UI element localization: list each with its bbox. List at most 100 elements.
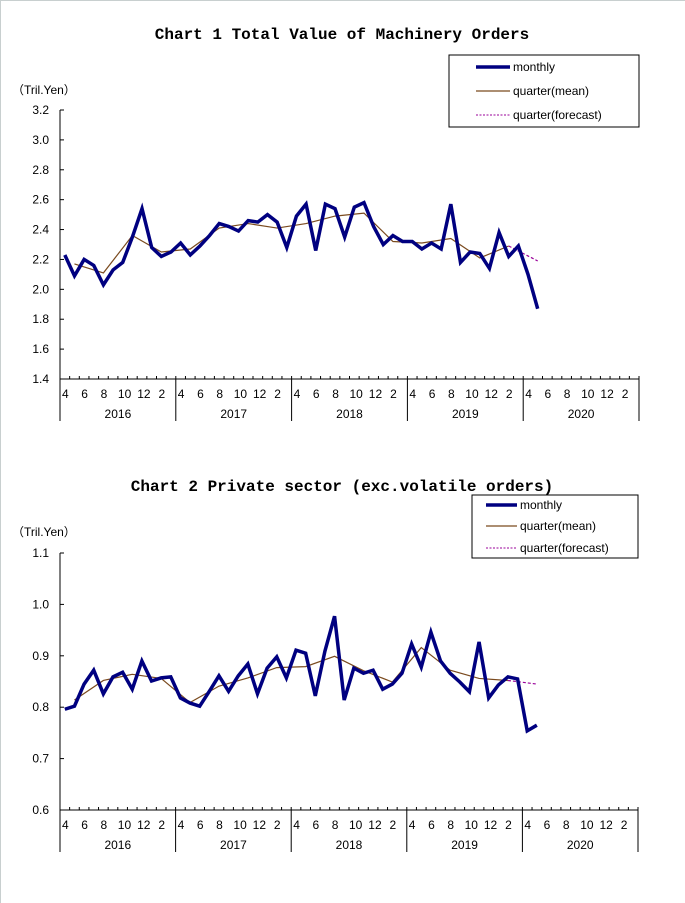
x-month-label: 12: [137, 387, 151, 401]
x-month-label: 8: [216, 818, 223, 832]
x-month-label: 6: [81, 818, 88, 832]
x-month-label: 6: [312, 818, 319, 832]
x-month-label: 6: [197, 818, 204, 832]
y-tick-label: 0.9: [32, 649, 49, 663]
chart-1: Chart 1 Total Value of Machinery Orders （…: [12, 26, 640, 421]
x-month-label: 6: [428, 818, 435, 832]
x-month-label: 2: [505, 818, 512, 832]
x-month-label: 4: [524, 818, 531, 832]
x-month-label: 8: [101, 387, 108, 401]
series-quarter-mean-line: [74, 646, 508, 704]
x-month-label: 10: [233, 818, 247, 832]
x-month-label: 10: [465, 387, 479, 401]
x-month-label: 2: [274, 387, 281, 401]
y-tick-label: 3.2: [32, 103, 49, 117]
x-year-label: 2020: [567, 838, 594, 852]
x-month-label: 4: [293, 818, 300, 832]
x-month-label: 4: [525, 387, 532, 401]
x-month-label: 6: [81, 387, 88, 401]
x-month-label: 4: [178, 818, 185, 832]
x-month-label: 10: [581, 387, 595, 401]
x-month-label: 4: [409, 818, 416, 832]
x-year-label: 2016: [105, 407, 132, 421]
y-tick-label: 2.8: [32, 163, 49, 177]
x-month-label: 10: [350, 387, 364, 401]
x-month-label: 4: [62, 387, 69, 401]
x-year-label: 2016: [104, 838, 131, 852]
series-quarter-forecast-line: [507, 679, 537, 685]
x-month-label: 12: [369, 387, 383, 401]
x-month-label: 8: [216, 387, 223, 401]
y-tick-label: 1.1: [32, 546, 49, 560]
y-tick-label: 0.7: [32, 752, 49, 766]
x-month-label: 12: [484, 818, 498, 832]
x-year-label: 2019: [451, 838, 478, 852]
x-month-label: 6: [545, 387, 552, 401]
x-month-label: 2: [622, 387, 629, 401]
x-month-label: 10: [465, 818, 479, 832]
y-tick-label: 3.0: [32, 133, 49, 147]
y-tick-label: 1.6: [32, 342, 49, 356]
x-month-label: 8: [332, 387, 339, 401]
y-tick-label: 2.4: [32, 223, 49, 237]
legend-label: quarter(mean): [513, 84, 589, 98]
legend: monthly quarter(mean) quarter(forecast): [448, 54, 640, 128]
x-year-label: 2019: [452, 407, 479, 421]
x-month-label: 12: [368, 818, 382, 832]
legend-label: quarter(mean): [520, 519, 596, 533]
x-month-label: 12: [485, 387, 499, 401]
x-month-label: 8: [563, 818, 570, 832]
x-month-label: 4: [409, 387, 416, 401]
legend-label: quarter(forecast): [520, 541, 609, 555]
x-month-label: 12: [600, 387, 614, 401]
x-month-label: 6: [544, 818, 551, 832]
x-month-label: 2: [390, 818, 397, 832]
y-axis-unit-label: （Tril.Yen）: [12, 83, 76, 97]
x-year-label: 2017: [220, 838, 247, 852]
x-month-label: 12: [253, 387, 267, 401]
y-tick-label: 0.8: [32, 700, 49, 714]
x-month-label: 12: [253, 818, 267, 832]
x-month-label: 6: [197, 387, 204, 401]
y-tick-label: 1.4: [32, 372, 49, 386]
series-monthly-line: [63, 200, 540, 310]
chart-2: Chart 2 Private sector (exc.volatile ord…: [12, 478, 639, 852]
x-month-label: 6: [429, 387, 436, 401]
x-month-label: 2: [274, 818, 281, 832]
x-month-label: 2: [158, 818, 165, 832]
x-month-label: 10: [580, 818, 594, 832]
x-year-label: 2018: [336, 407, 363, 421]
y-tick-label: 0.6: [32, 803, 49, 817]
x-year-label: 2017: [220, 407, 247, 421]
legend-label: monthly: [520, 498, 562, 512]
y-axis-unit-label: （Tril.Yen）: [12, 525, 76, 539]
chart-title: Chart 1 Total Value of Machinery Orders: [155, 26, 529, 44]
x-year-label: 2018: [336, 838, 363, 852]
y-tick-label: 1.0: [32, 597, 49, 611]
y-tick-label: 2.0: [32, 282, 49, 296]
x-month-label: 8: [447, 818, 454, 832]
y-tick-label: 1.8: [32, 312, 49, 326]
x-month-label: 10: [118, 387, 132, 401]
x-month-label: 10: [234, 387, 248, 401]
x-month-label: 2: [621, 818, 628, 832]
x-month-label: 8: [332, 818, 339, 832]
x-month-label: 4: [294, 387, 301, 401]
legend: monthly quarter(mean) quarter(forecast): [471, 494, 639, 559]
legend-label: quarter(forecast): [513, 108, 602, 122]
chart-title: Chart 2 Private sector (exc.volatile ord…: [131, 478, 553, 496]
x-month-label: 2: [506, 387, 513, 401]
y-tick-label: 2.6: [32, 193, 49, 207]
x-month-label: 8: [101, 818, 108, 832]
y-tick-label: 2.2: [32, 252, 49, 266]
x-month-label: 6: [313, 387, 320, 401]
x-month-label: 2: [390, 387, 397, 401]
x-month-label: 12: [137, 818, 151, 832]
x-month-label: 4: [178, 387, 185, 401]
series-monthly-line: [64, 615, 538, 734]
x-month-label: 4: [62, 818, 69, 832]
x-month-label: 12: [599, 818, 613, 832]
x-month-label: 2: [159, 387, 166, 401]
x-month-label: 8: [448, 387, 455, 401]
x-month-label: 10: [118, 818, 132, 832]
